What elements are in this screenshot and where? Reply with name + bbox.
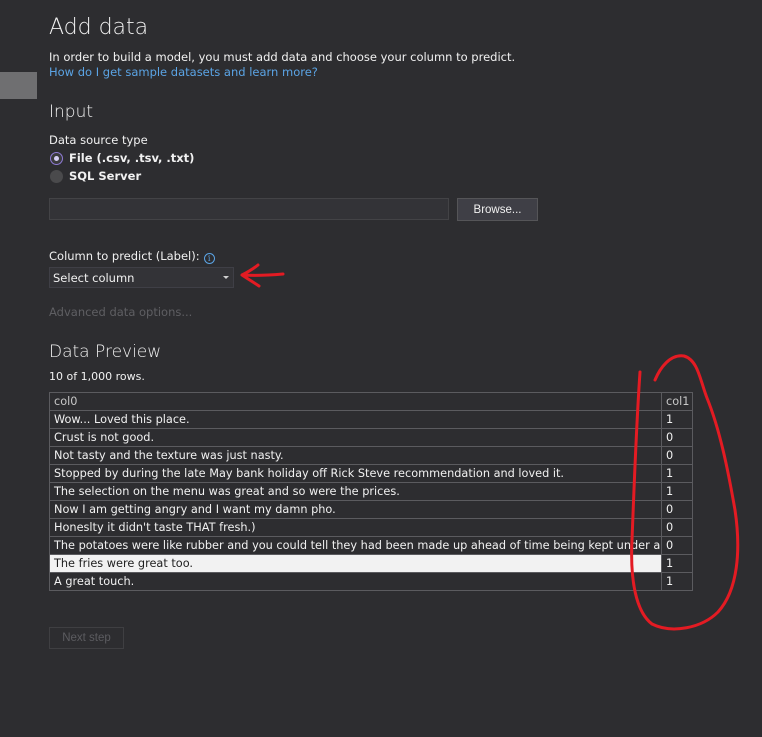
data-source-type-label: Data source type (49, 133, 148, 147)
select-column-value: Select column (53, 271, 135, 285)
label-column-select[interactable]: Select column (49, 267, 234, 288)
table-cell-col1[interactable]: 0 (661, 500, 693, 519)
radio-sql-server-label: SQL Server (69, 169, 142, 183)
table-row[interactable]: The potatoes were like rubber and you co… (49, 536, 693, 555)
table-cell-col1[interactable]: 0 (661, 446, 693, 465)
table-cell-col0[interactable]: Stopped by during the late May bank holi… (49, 464, 662, 483)
radio-checked-icon[interactable] (50, 151, 63, 165)
advanced-data-options-link: Advanced data options... (49, 305, 193, 319)
data-preview-table: col0 col1 Wow... Loved this place. 1 Crust… (49, 392, 693, 591)
radio-file-label: File (.csv, .tsv, .txt) (69, 151, 195, 165)
table-cell-col0[interactable]: Honeslty it didn't taste THAT fresh.) (49, 518, 662, 537)
table-cell-col1[interactable]: 1 (661, 482, 693, 501)
table-cell-col0[interactable]: A great touch. (49, 572, 662, 591)
table-cell-col1[interactable]: 1 (661, 554, 693, 573)
table-row[interactable]: Honeslty it didn't taste THAT fresh.) 0 (49, 518, 693, 537)
table-cell-col1[interactable]: 0 (661, 428, 693, 447)
table-row[interactable]: A great touch. 1 (49, 572, 693, 591)
radio-unchecked-icon[interactable] (50, 169, 63, 183)
table-cell-col0[interactable]: Now I am getting angry and I want my dam… (49, 500, 662, 519)
file-path-input[interactable] (49, 198, 449, 220)
side-panel-tab[interactable] (0, 72, 37, 99)
next-step-button: Next step (49, 627, 124, 649)
info-icon[interactable]: i (203, 253, 215, 264)
table-cell-col1[interactable]: 1 (661, 410, 693, 429)
radio-sql-server-option[interactable]: SQL Server (49, 169, 141, 183)
column-header-col0[interactable]: col0 (49, 392, 662, 411)
sample-datasets-help-link[interactable]: How do I get sample datasets and learn m… (49, 65, 318, 79)
chevron-down-icon (223, 276, 229, 279)
rows-count-text: 10 of 1,000 rows. (49, 370, 145, 383)
radio-file-option[interactable]: File (.csv, .tsv, .txt) (49, 151, 194, 165)
table-row[interactable]: Wow... Loved this place. 1 (49, 410, 693, 429)
table-row[interactable]: Now I am getting angry and I want my dam… (49, 500, 693, 519)
browse-button[interactable]: Browse... (457, 198, 538, 221)
table-cell-col1[interactable]: 1 (661, 464, 693, 483)
table-cell-col0[interactable]: Not tasty and the texture was just nasty… (49, 446, 662, 465)
data-preview-section-title: Data Preview (49, 342, 162, 362)
table-row[interactable]: Not tasty and the texture was just nasty… (49, 446, 693, 465)
input-section-title: Input (49, 102, 94, 122)
table-row[interactable]: The selection on the menu was great and … (49, 482, 693, 501)
table-cell-col1[interactable]: 0 (661, 518, 693, 537)
column-header-col1[interactable]: col1 (661, 392, 693, 411)
page-description: In order to build a model, you must add … (49, 50, 516, 64)
column-to-predict-label: Column to predict (Label): (49, 249, 200, 263)
table-cell-col1[interactable]: 1 (661, 572, 693, 591)
column-to-predict-label-row: Column to predict (Label): i (49, 249, 215, 264)
red-arrow-annotation (240, 263, 285, 288)
table-cell-col0[interactable]: The fries were great too. (49, 554, 662, 573)
table-cell-col0[interactable]: The selection on the menu was great and … (49, 482, 662, 501)
table-cell-col1[interactable]: 0 (661, 536, 693, 555)
table-row[interactable]: Crust is not good. 0 (49, 428, 693, 447)
table-row[interactable]: The fries were great too. 1 (49, 554, 693, 573)
table-cell-col0[interactable]: Crust is not good. (49, 428, 662, 447)
table-row[interactable]: Stopped by during the late May bank holi… (49, 464, 693, 483)
table-cell-col0[interactable]: The potatoes were like rubber and you co… (49, 536, 662, 555)
table-cell-col0[interactable]: Wow... Loved this place. (49, 410, 662, 429)
table-header-row: col0 col1 (49, 392, 693, 411)
page-title: Add data (49, 15, 149, 40)
